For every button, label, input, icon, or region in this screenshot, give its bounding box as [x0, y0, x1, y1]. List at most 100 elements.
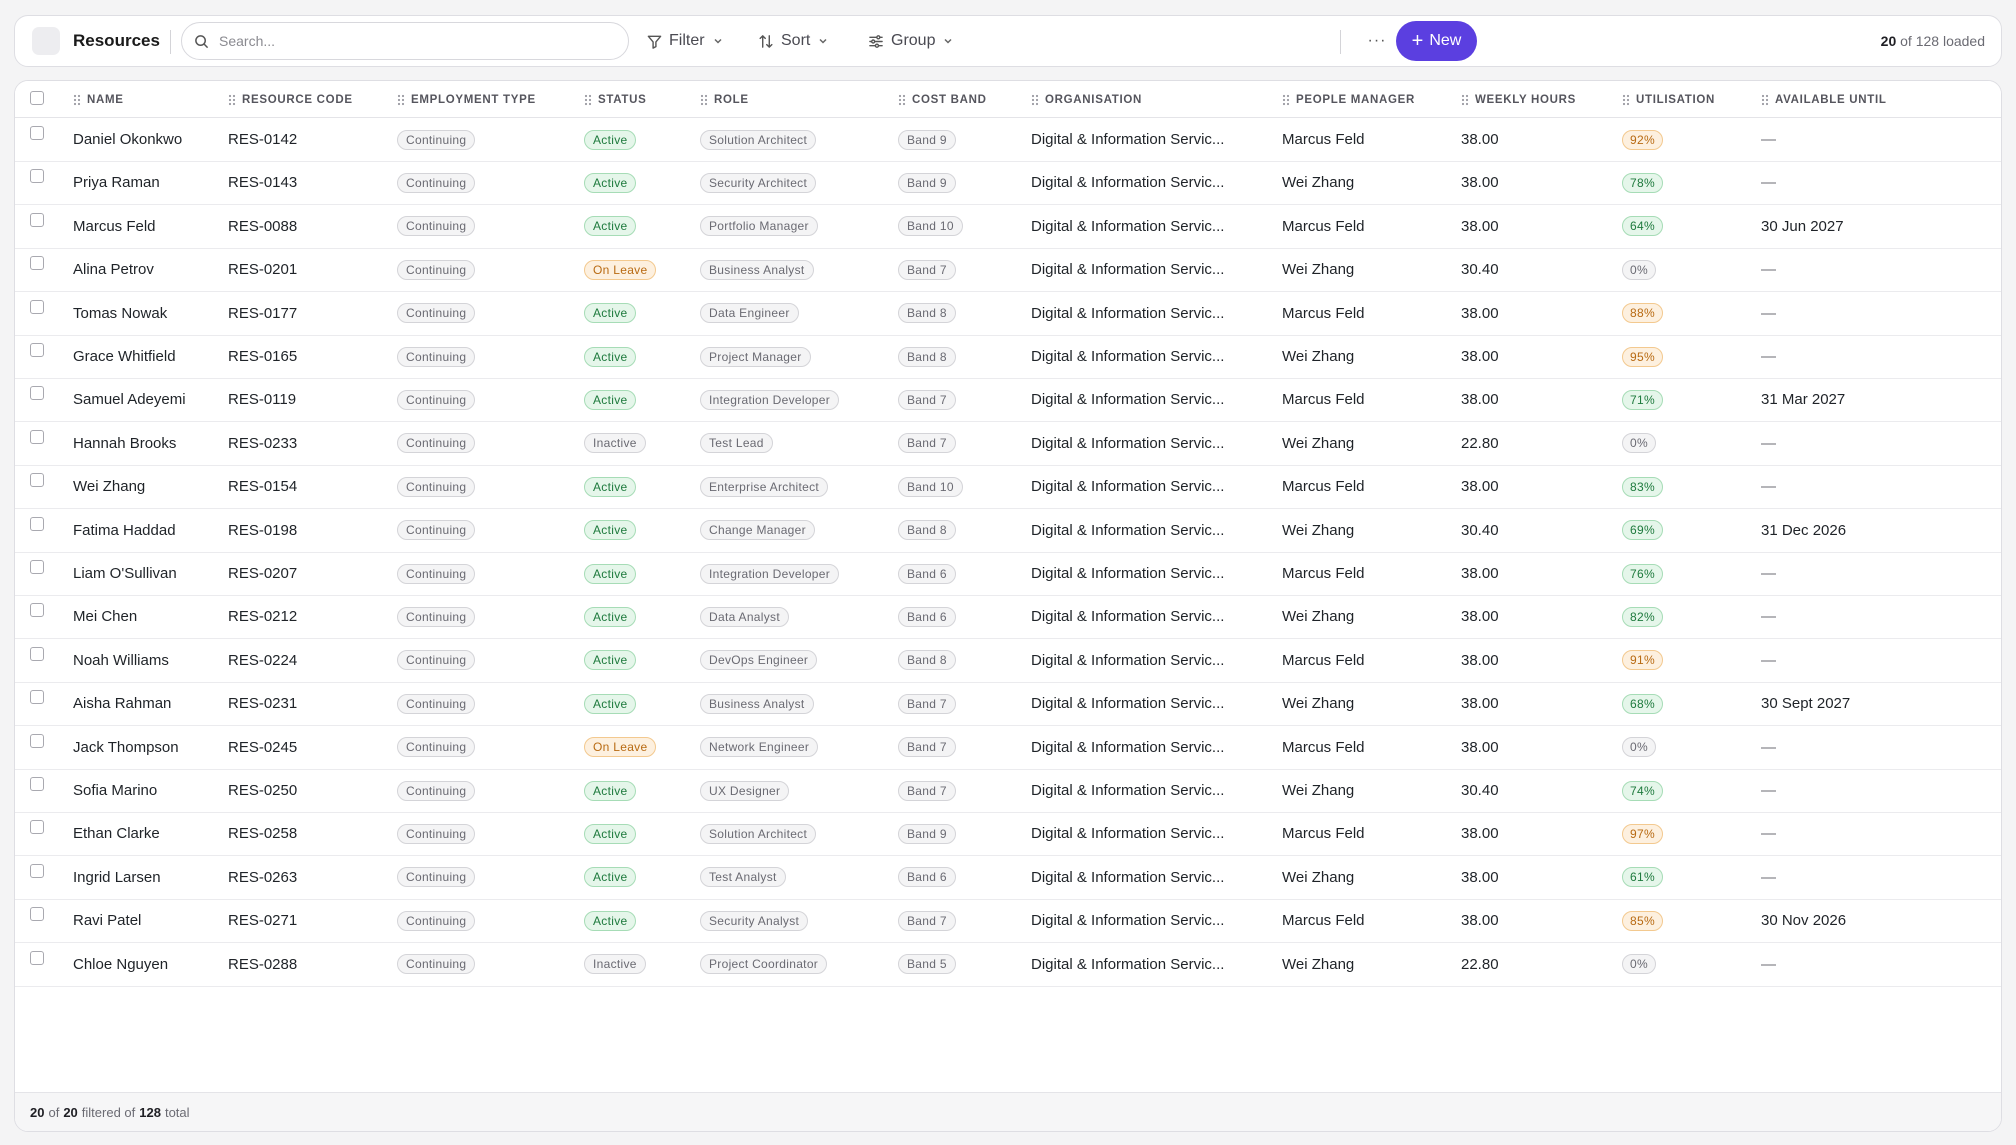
- cell-hours: 38.00: [1461, 552, 1499, 595]
- drag-handle-icon[interactable]: [228, 94, 236, 106]
- row-checkbox[interactable]: [30, 950, 44, 965]
- table-row[interactable]: Wei Zhang RES-0154 Continuing Active Enterpr…: [15, 465, 2001, 510]
- table-row[interactable]: Tomas Nowak RES-0177 Continuing Active Data …: [15, 292, 2001, 336]
- table-row[interactable]: Daniel Okonkwo RES-0142 Continuing Active So…: [15, 118, 2001, 162]
- table-row[interactable]: Alina Petrov RES-0201 Continuing On Leave Bu…: [15, 248, 2001, 293]
- role-badge: Business Analyst: [700, 259, 814, 280]
- group-button[interactable]: Group: [860, 22, 961, 60]
- table-row[interactable]: Ingrid Larsen RES-0263 Continuing Active Tes…: [15, 856, 2001, 900]
- row-checkbox[interactable]: [30, 343, 44, 357]
- row-checkbox[interactable]: [30, 256, 44, 271]
- drag-handle-icon[interactable]: [1761, 94, 1769, 106]
- name-text: Grace Whitfield: [73, 348, 176, 365]
- drag-handle-icon[interactable]: [700, 94, 708, 106]
- drag-handle-icon[interactable]: [1031, 94, 1039, 106]
- name-text: Ingrid Larsen: [73, 868, 161, 886]
- filter-button[interactable]: Filter: [639, 22, 731, 60]
- search-box[interactable]: [181, 22, 629, 60]
- row-checkbox[interactable]: [30, 777, 44, 791]
- band-badge: Band 8: [898, 650, 956, 671]
- table-row[interactable]: Jack Thompson RES-0245 Continuing On Leave N…: [15, 726, 2001, 770]
- table-row[interactable]: Chloe Nguyen RES-0288 Continuing Inactive Pr…: [15, 943, 2001, 987]
- drag-handle-icon[interactable]: [1461, 94, 1469, 106]
- row-checkbox[interactable]: [30, 560, 44, 574]
- row-checkbox[interactable]: [30, 212, 44, 227]
- until-text: —: [1761, 478, 1776, 496]
- search-input[interactable]: [219, 33, 619, 49]
- row-checkbox[interactable]: [30, 299, 44, 314]
- row-checkbox[interactable]: [30, 429, 44, 444]
- table-row[interactable]: Liam O'Sullivan RES-0207 Continuing Active I…: [15, 552, 2001, 596]
- hours-text: 30.40: [1461, 261, 1499, 279]
- column-header-band[interactable]: Cost Band: [898, 81, 987, 118]
- row-checkbox[interactable]: [30, 126, 44, 140]
- hours-text: 38.00: [1461, 131, 1499, 148]
- row-checkbox[interactable]: [30, 646, 44, 661]
- table-row[interactable]: Ravi Patel RES-0271 Continuing Active Securi…: [15, 899, 2001, 944]
- status-badge: Active: [584, 216, 637, 237]
- table-row[interactable]: Priya Raman RES-0143 Continuing Active Secur…: [15, 161, 2001, 206]
- column-header-name[interactable]: Name: [73, 81, 124, 118]
- table-row[interactable]: Hannah Brooks RES-0233 Continuing Inactive T…: [15, 422, 2001, 466]
- row-checkbox[interactable]: [30, 863, 44, 878]
- table-row[interactable]: Ethan Clarke RES-0258 Continuing Active Solu…: [15, 812, 2001, 857]
- column-header-org[interactable]: Organisation: [1031, 81, 1142, 118]
- row-checkbox[interactable]: [30, 820, 44, 835]
- column-header-status[interactable]: Status: [584, 81, 647, 118]
- row-checkbox[interactable]: [30, 473, 44, 488]
- drag-handle-icon[interactable]: [397, 94, 405, 106]
- table-row[interactable]: Grace Whitfield RES-0165 Continuing Active P…: [15, 335, 2001, 379]
- row-checkbox[interactable]: [30, 733, 44, 748]
- cell-hours: 38.00: [1461, 118, 1499, 161]
- until-text: —: [1761, 738, 1776, 756]
- column-header-util[interactable]: Utilisation: [1622, 81, 1715, 118]
- table-row[interactable]: Marcus Feld RES-0088 Continuing Active Portf…: [15, 205, 2001, 249]
- table-row[interactable]: Samuel Adeyemi RES-0119 Continuing Active In…: [15, 378, 2001, 423]
- table-row[interactable]: Mei Chen RES-0212 Continuing Active Data Ana…: [15, 595, 2001, 640]
- drag-handle-icon[interactable]: [1622, 94, 1630, 106]
- employment-badge: Continuing: [397, 693, 476, 714]
- loaded-count-value: 20: [1880, 33, 1897, 49]
- drag-handle-icon[interactable]: [584, 94, 592, 106]
- until-text: 30 Jun 2027: [1761, 217, 1844, 235]
- sort-label: Sort: [781, 32, 811, 49]
- table-row[interactable]: Noah Williams RES-0224 Continuing Active Dev…: [15, 639, 2001, 683]
- name-text: Chloe Nguyen: [73, 955, 169, 973]
- util-badge: 97%: [1622, 823, 1663, 844]
- employment-badge: Continuing: [397, 476, 476, 497]
- cell-code: RES-0258: [228, 812, 297, 855]
- column-header-until[interactable]: Available Until: [1761, 81, 1887, 118]
- cell-org: Digital & Information Servic...: [1031, 812, 1224, 855]
- more-options-button[interactable]: ···: [1359, 22, 1395, 60]
- new-label: New: [1429, 32, 1462, 49]
- row-checkbox[interactable]: [30, 690, 44, 705]
- table-row[interactable]: Fatima Haddad RES-0198 Continuing Active Cha…: [15, 509, 2001, 553]
- column-header-hours[interactable]: Weekly Hours: [1461, 81, 1576, 118]
- drag-handle-icon[interactable]: [73, 94, 81, 106]
- column-header-code[interactable]: Resource Code: [228, 81, 353, 118]
- row-checkbox[interactable]: [30, 169, 44, 184]
- table-row[interactable]: Sofia Marino RES-0250 Continuing Active UX D…: [15, 769, 2001, 813]
- band-badge: Band 5: [898, 954, 956, 975]
- cell-status: Active: [584, 292, 637, 335]
- new-button[interactable]: + New: [1396, 21, 1477, 61]
- row-checkbox[interactable]: [30, 516, 44, 531]
- row-checkbox[interactable]: [30, 386, 44, 401]
- table-row[interactable]: Aisha Rahman RES-0231 Continuing Active Busi…: [15, 682, 2001, 727]
- column-header-role[interactable]: Role: [700, 81, 749, 118]
- row-checkbox[interactable]: [30, 907, 44, 922]
- util-badge: 82%: [1622, 606, 1663, 627]
- select-all-checkbox[interactable]: [30, 91, 44, 105]
- cell-role: Project Coordinator: [700, 943, 828, 986]
- row-checkbox[interactable]: [30, 603, 44, 618]
- sort-button[interactable]: Sort: [750, 22, 836, 60]
- drag-handle-icon[interactable]: [1282, 94, 1290, 106]
- column-header-manager[interactable]: People Manager: [1282, 81, 1415, 118]
- cell-manager: Wei Zhang: [1282, 422, 1354, 465]
- cell-until: —: [1761, 726, 1776, 769]
- status-badge: On Leave: [584, 259, 657, 280]
- column-header-employment[interactable]: Employment Type: [397, 81, 536, 118]
- drag-handle-icon[interactable]: [898, 94, 906, 106]
- cell-employment: Continuing: [397, 248, 476, 291]
- cell-status: Active: [584, 899, 637, 942]
